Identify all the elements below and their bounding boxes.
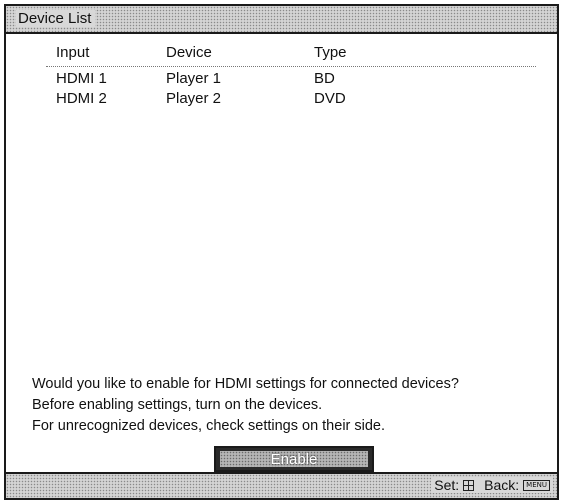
- row-input: HDMI 2: [56, 90, 107, 107]
- row-device: Player 1: [166, 70, 222, 87]
- device-list-dialog: Device List Input Device Type HDMI 1 Pla…: [4, 4, 559, 500]
- enable-button[interactable]: Enable: [214, 446, 374, 472]
- column-header-input: Input: [56, 44, 90, 61]
- table-header: Input Device Type: [46, 44, 536, 67]
- enable-button-label: Enable: [270, 450, 318, 468]
- key-guide: Set: Back: MENU: [431, 477, 553, 493]
- table-row[interactable]: HDMI 2 Player 2 DVD: [46, 90, 536, 110]
- message-line: Would you like to enable for HDMI settin…: [32, 376, 459, 392]
- dialog-title: Device List: [16, 10, 96, 27]
- menu-button-icon: MENU: [523, 479, 550, 491]
- back-hint-label: Back:: [484, 477, 520, 493]
- enter-button-icon: [463, 479, 475, 491]
- column-header-device: Device: [166, 44, 212, 61]
- row-device: Player 2: [166, 90, 222, 107]
- confirmation-message: Would you like to enable for HDMI settin…: [32, 374, 557, 437]
- message-line: Before enabling settings, turn on the de…: [32, 397, 323, 413]
- column-header-type: Type: [314, 44, 347, 61]
- message-line: For unrecognized devices, check settings…: [32, 418, 386, 434]
- row-type: BD: [314, 70, 335, 87]
- title-bar: Device List: [6, 6, 557, 34]
- set-hint-label: Set:: [434, 477, 460, 493]
- row-input: HDMI 1: [56, 70, 107, 87]
- row-type: DVD: [314, 90, 346, 107]
- table-row[interactable]: HDMI 1 Player 1 BD: [46, 70, 536, 90]
- status-bar: Set: Back: MENU: [6, 472, 557, 498]
